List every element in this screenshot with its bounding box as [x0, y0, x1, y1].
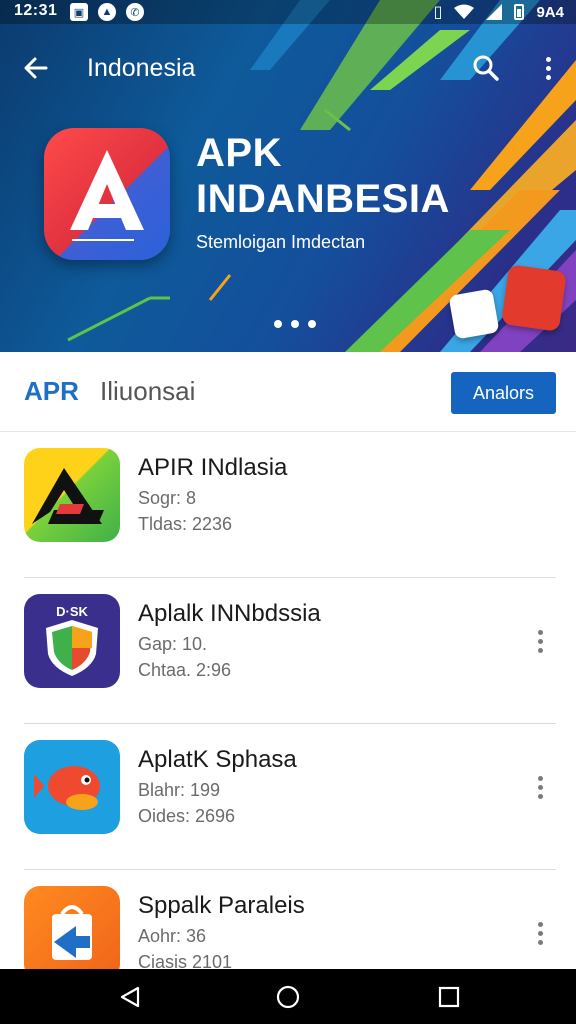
more-options-icon[interactable]: [538, 50, 558, 86]
carousel-dot[interactable]: [291, 320, 299, 328]
screen: 12:31 ▣ ▲ ✆ ▯ 9A4 Indonesia APK INDANBES…: [0, 0, 576, 1024]
app-meta: Chtaa. 2:96: [138, 660, 232, 680]
app-meta: Ciasis 2101: [138, 952, 233, 969]
drive-notification-icon: ▲: [98, 3, 116, 21]
search-icon[interactable]: [468, 50, 504, 86]
status-bar: 12:31 ▣ ▲ ✆ ▯ 9A4: [0, 0, 576, 24]
app-name: AplatK Sphasa: [138, 746, 297, 773]
app-meta: Blahr: 199: [138, 780, 221, 800]
status-system-icons: ▯ 9A4: [434, 2, 564, 22]
app-bar-title: Indonesia: [87, 54, 196, 82]
app-icon-shield[interactable]: D·SK: [24, 594, 120, 688]
app-meta: Oides: 2696: [138, 806, 236, 826]
apk-a-mark-icon: [70, 150, 144, 241]
wifi-icon: [454, 4, 475, 19]
carousel-dot[interactable]: [274, 320, 282, 328]
svg-text:D·SK: D·SK: [56, 604, 88, 619]
nav-recent-apps-icon[interactable]: [437, 985, 461, 1009]
app-icon-apir[interactable]: [24, 448, 120, 542]
list-item[interactable]: AplatK Sphasa Blahr: 199 Oides: 2696: [0, 724, 576, 870]
app-meta: Gap: 10.: [138, 634, 208, 654]
gallery-notification-icon: ▣: [70, 3, 88, 21]
badge-icon: [501, 264, 567, 332]
app-icon-bag[interactable]: [24, 886, 120, 969]
more-options-icon[interactable]: [530, 918, 550, 948]
hero-subtitle: Stemloigan Imdectan: [196, 232, 366, 252]
list-item[interactable]: Sppalk Paraleis Aohr: 36 Ciasis 2101: [0, 870, 576, 969]
hero-title: APK INDANBESIA: [196, 130, 450, 222]
vibrate-icon: ▯: [433, 4, 443, 21]
analors-button[interactable]: Analors: [451, 372, 556, 414]
app-list[interactable]: APIR INdlasia Sogr: 8 Tldas: 2236 D·SK A…: [0, 432, 576, 969]
carousel-indicator[interactable]: [274, 320, 316, 328]
hero-title-line1: APK: [196, 131, 282, 175]
section-brand: APR: [24, 376, 79, 406]
more-options-icon[interactable]: [530, 626, 550, 656]
phone-notification-icon: ✆: [126, 3, 144, 21]
section-header: APR Iliuonsai Analors: [0, 352, 576, 432]
back-arrow-icon[interactable]: [18, 50, 54, 86]
nav-back-icon[interactable]: [118, 985, 142, 1009]
app-meta: Sogr: 8: [138, 488, 197, 508]
carousel-dot[interactable]: [308, 320, 316, 328]
nav-home-icon[interactable]: [276, 985, 300, 1009]
app-meta: Aohr: 36: [138, 926, 207, 946]
list-item[interactable]: D·SK Aplalk INNbdssia Gap: 10. Chtaa. 2:…: [0, 578, 576, 724]
status-time: 12:31: [14, 2, 58, 19]
battery-icon: [514, 4, 525, 20]
section-title: Iliuonsai: [100, 376, 196, 406]
hero-banner[interactable]: 12:31 ▣ ▲ ✆ ▯ 9A4 Indonesia APK INDANBES…: [0, 0, 576, 352]
battery-level: 9A4: [536, 3, 564, 21]
app-meta: Tldas: 2236: [138, 514, 233, 534]
list-item[interactable]: APIR INdlasia Sogr: 8 Tldas: 2236: [0, 432, 576, 578]
app-name: APIR INdlasia: [138, 454, 288, 481]
app-name: Sppalk Paraleis: [138, 892, 305, 919]
app-name: Aplalk INNbdssia: [138, 600, 321, 627]
more-options-icon[interactable]: [530, 772, 550, 802]
status-notification-icons: ▣ ▲ ✆: [70, 3, 144, 21]
signal-icon: [486, 4, 503, 20]
hero-title-line2: INDANBESIA: [196, 177, 450, 221]
mascot-icon: [448, 288, 500, 340]
apk-logo: [44, 128, 170, 260]
app-icon-fish[interactable]: [24, 740, 120, 834]
app-bar: Indonesia: [0, 40, 576, 96]
navigation-bar: [0, 969, 576, 1024]
